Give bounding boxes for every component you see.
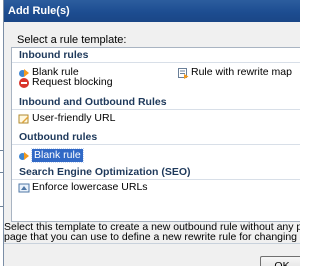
rule-template-list[interactable]: Inbound rules Blank rule Rule with rewri… <box>11 47 300 222</box>
request-blocking-icon <box>18 77 30 89</box>
template-item-enforce-lowercase-urls[interactable]: Enforce lowercase URLs <box>18 181 148 194</box>
group-divider <box>12 109 300 110</box>
template-item-label: Rule with rewrite map <box>191 66 292 78</box>
dialog-title-bar[interactable]: Add Rule(s) <box>4 0 300 22</box>
rewrite-map-icon <box>177 67 189 79</box>
group-header-inbound-and-outbound-rules: Inbound and Outbound Rules <box>19 96 167 108</box>
add-rules-dialog: Add Rule(s) Select a rule template: Inbo… <box>3 0 300 266</box>
template-item-label: User-friendly URL <box>32 112 116 124</box>
template-item-label: Request blocking <box>32 76 113 88</box>
ok-button[interactable]: OK <box>260 256 300 266</box>
template-item-label: Blank rule <box>31 148 84 163</box>
group-header-seo: Search Engine Optimization (SEO) <box>19 166 191 178</box>
group-divider <box>12 144 300 145</box>
screen: Add Rule(s) Select a rule template: Inbo… <box>0 0 300 266</box>
group-header-outbound-rules: Outbound rules <box>19 131 98 143</box>
dialog-title: Add Rule(s) <box>8 5 70 17</box>
template-item-request-blocking[interactable]: Request blocking <box>18 76 113 89</box>
template-item-outbound-blank-rule[interactable]: Blank rule <box>18 148 84 163</box>
template-item-rule-with-rewrite-map[interactable]: Rule with rewrite map <box>177 66 292 79</box>
footer-divider <box>4 243 300 244</box>
group-divider <box>12 62 300 63</box>
template-item-user-friendly-url[interactable]: User-friendly URL <box>18 112 115 125</box>
description-line: page that you can use to define a new re… <box>4 231 300 242</box>
user-friendly-url-icon <box>18 113 30 125</box>
group-header-inbound-rules: Inbound rules <box>19 49 89 61</box>
template-prompt: Select a rule template: <box>17 34 127 46</box>
group-divider <box>12 179 300 180</box>
template-description: Select this template to create a new out… <box>4 222 300 242</box>
blank-rule-icon <box>18 150 30 162</box>
template-item-label: Enforce lowercase URLs <box>32 181 148 193</box>
lowercase-url-icon <box>18 182 30 194</box>
